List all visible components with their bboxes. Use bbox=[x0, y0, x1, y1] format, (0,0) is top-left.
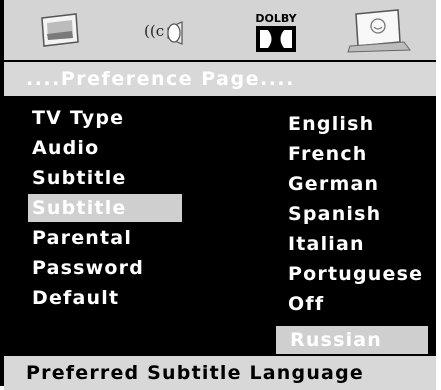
menu-item-subtitle-selected[interactable]: Subtitle bbox=[28, 194, 182, 222]
menu-item-password[interactable]: Password bbox=[28, 254, 144, 282]
preference-icon[interactable] bbox=[344, 8, 411, 54]
dolby-label: DOLBY bbox=[255, 12, 297, 25]
osd-frame: ((c DOLBY ....Preference Page.... TV Typ… bbox=[0, 0, 440, 390]
option-off[interactable]: Off bbox=[288, 290, 324, 318]
option-portuguese[interactable]: Portuguese bbox=[288, 260, 423, 288]
menu-item-parental[interactable]: Parental bbox=[28, 224, 132, 252]
svg-text:((c: ((c bbox=[144, 22, 164, 40]
option-german[interactable]: German bbox=[288, 170, 379, 198]
tv-screen-icon[interactable] bbox=[34, 8, 94, 54]
menu-item-audio[interactable]: Audio bbox=[28, 134, 99, 162]
menu-item-subtitle[interactable]: Subtitle bbox=[28, 164, 127, 192]
option-italian[interactable]: Italian bbox=[288, 230, 365, 258]
menu-item-tv-type[interactable]: TV Type bbox=[28, 104, 124, 132]
page-title: ....Preference Page.... bbox=[4, 62, 436, 96]
option-french[interactable]: French bbox=[288, 140, 368, 168]
audio-icon[interactable]: ((c bbox=[138, 8, 198, 54]
option-russian-selected[interactable]: Russian bbox=[276, 326, 428, 354]
icon-bar: ((c DOLBY bbox=[4, 0, 436, 60]
dolby-icon[interactable]: DOLBY bbox=[246, 8, 306, 54]
menu-item-default[interactable]: Default bbox=[28, 284, 119, 312]
preference-menu: TV Type Audio Subtitle Subtitle Parental… bbox=[4, 96, 436, 354]
status-footer: Preferred Subtitle Language bbox=[4, 356, 436, 390]
option-english[interactable]: English bbox=[288, 110, 374, 138]
option-spanish[interactable]: Spanish bbox=[288, 200, 381, 228]
